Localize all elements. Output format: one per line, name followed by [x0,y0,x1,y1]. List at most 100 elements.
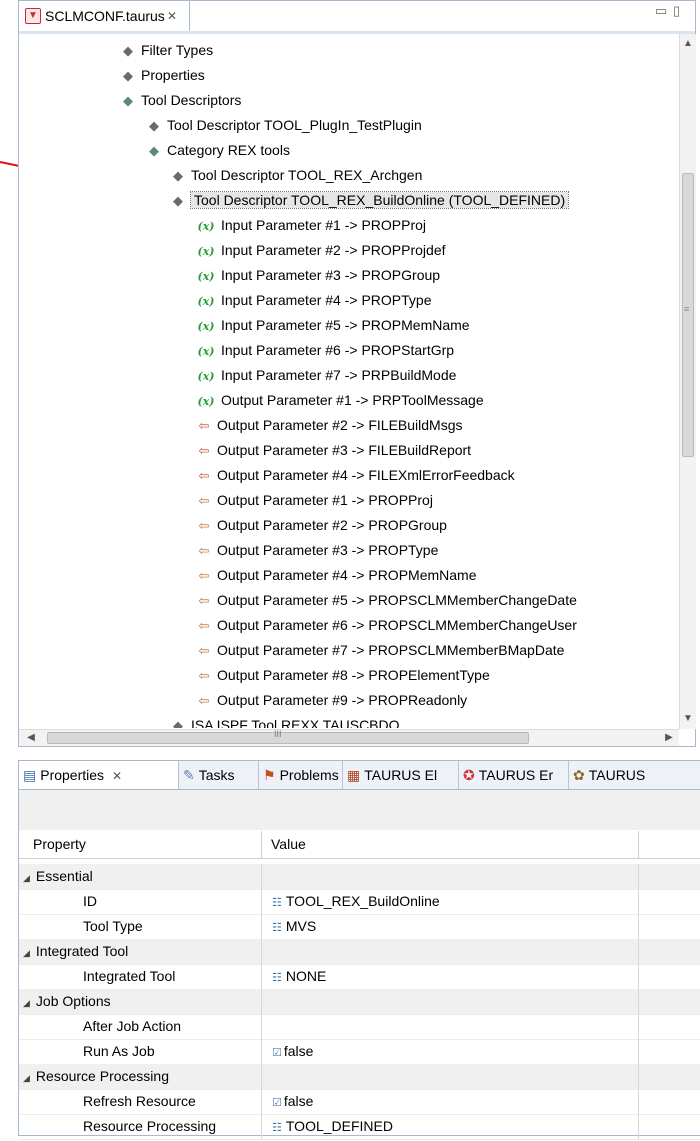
property-value-cell[interactable]: ☷ NONE [262,964,639,989]
property-value-cell[interactable]: ☷ TOOL_DEFINED [262,1114,639,1139]
property-category-row[interactable]: ◢ Resource Processing [19,1064,700,1090]
property-row[interactable]: Refresh Resource ☑ false [19,1089,700,1115]
node-diamond-icon: ◆ [173,718,183,728]
maximize-icon[interactable]: ▯ [673,3,680,19]
expand-triangle-icon[interactable]: ◢ [23,1073,30,1083]
tree-item[interactable]: ⇦ Output Parameter #3 -> FILEBuildReport [195,438,472,463]
view-tab-taurus[interactable]: ✿ TAURUS [569,761,700,789]
view-tab-taurus-el[interactable]: ▦ TAURUS El [343,761,459,789]
tree-item[interactable]: (x) Input Parameter #7 -> PRPBuildMode [195,363,457,388]
taurus-file-icon: ▼ [25,8,41,24]
property-row[interactable]: ID ☷ TOOL_REX_BuildOnline [19,889,700,915]
view-tab-tasks[interactable]: ✎ Tasks [179,761,259,789]
property-row[interactable]: After Job Action [19,1014,700,1040]
view-tab-taurus-er[interactable]: ✪ TAURUS Er [459,761,569,789]
tree-item-label: Tool Descriptors [141,92,242,108]
scroll-up-icon[interactable]: ▲ [680,36,696,52]
close-icon[interactable]: ✕ [167,1,177,31]
property-value-cell[interactable]: ☑ false [262,1089,639,1114]
property-row[interactable]: Integrated Tool ☷ NONE [19,964,700,990]
vertical-scroll-thumb[interactable]: ≡ [682,173,694,457]
tree-item[interactable]: ⇦ Output Parameter #4 -> FILEXmlErrorFeed… [195,463,515,488]
tree-item-label: Input Parameter #3 -> PROPGroup [221,267,441,283]
tree-item[interactable]: (x) Input Parameter #6 -> PROPStartGrp [195,338,455,363]
tree-item[interactable]: ◆ ISA ISPF Tool REXX TAUSCBDO [169,713,400,728]
tree-item[interactable]: ◆ Tool Descriptors [119,88,241,113]
tree-item[interactable]: ◆ Filter Types [119,38,213,63]
tree-item-label: Output Parameter #1 -> PRPToolMessage [221,392,484,408]
property-category-row[interactable]: ◢ Essential [19,864,700,890]
tree-item[interactable]: ⇦ Output Parameter #2 -> PROPGroup [195,513,447,538]
property-name-cell: ◢ Job Options [19,989,262,1014]
tree-item[interactable]: ⇦ Output Parameter #3 -> PROPType [195,538,439,563]
list-value-icon: ☷ [272,897,282,909]
output-file-icon: ⇦ [198,418,210,433]
col-property-header[interactable]: Property [33,831,86,858]
tree-item[interactable]: (x) Input Parameter #5 -> PROPMemName [195,313,470,338]
problems-icon: ⚑ [263,767,276,783]
tree-item[interactable]: ⇦ Output Parameter #5 -> PROPSCLMMemberCh… [195,588,577,613]
property-category-row[interactable]: ◢ Job Options [19,989,700,1015]
scroll-left-icon[interactable]: ◀ [23,730,39,746]
horizontal-scroll-thumb[interactable]: III [47,729,529,744]
property-name-cell: ◢ Resource Processing [19,1064,262,1089]
tree-item[interactable]: ⇦ Output Parameter #7 -> PROPSCLMMemberBM… [195,638,565,663]
property-value-cell[interactable]: ☑ false [262,1039,639,1064]
tree-item[interactable]: ◆ Category REX tools [145,138,290,163]
property-value-cell[interactable]: ☷ TOOL_REX_BuildOnline [262,889,639,914]
property-label: Run As Job [83,1043,155,1059]
view-tab-properties[interactable]: ▤ Properties ✕ [19,761,179,789]
output-property-icon: ⇦ [198,518,210,533]
tree-item[interactable]: (x) Input Parameter #1 -> PROPProj [195,213,427,238]
tree-item-label: Input Parameter #4 -> PROPType [221,292,432,308]
property-category-row[interactable]: ◢ Integrated Tool [19,939,700,965]
tasks-icon: ✎ [183,767,195,783]
property-value-cell[interactable] [262,1014,639,1039]
property-value-cell[interactable]: ☷ MVS [262,914,639,939]
expand-triangle-icon[interactable]: ◢ [23,873,30,883]
tree-item[interactable]: (x) Input Parameter #3 -> PROPGroup [195,263,441,288]
scroll-right-icon[interactable]: ▶ [661,730,677,746]
tree-item-label: Input Parameter #1 -> PROPProj [221,217,427,233]
expand-triangle-icon[interactable]: ◢ [23,998,30,1008]
view-tab-label: TAURUS Er [478,767,554,783]
property-name-cell: Integrated Tool [19,964,262,989]
tree-item[interactable]: ⇦ Output Parameter #2 -> FILEBuildMsgs [195,413,463,438]
tree-item-label: Output Parameter #7 -> PROPSCLMMemberBMa… [217,642,565,658]
tree-item-selected[interactable]: ◆ Tool Descriptor TOOL_REX_BuildOnline (T… [169,188,570,213]
close-icon[interactable]: ✕ [112,769,122,783]
output-property-icon: ⇦ [198,568,210,583]
tree-item[interactable]: ⇦ Output Parameter #6 -> PROPSCLMMemberCh… [195,613,577,638]
tree-item[interactable]: ◆ Tool Descriptor TOOL_REX_Archgen [169,163,422,188]
tree-item[interactable]: (x) Input Parameter #2 -> PROPProjdef [195,238,446,263]
tree-item[interactable]: ⇦ Output Parameter #4 -> PROPMemName [195,563,477,588]
tree-item[interactable]: ◆ Tool Descriptor TOOL_PlugIn_TestPlugin [145,113,422,138]
col-value-header[interactable]: Value [271,831,306,858]
property-value-cell [262,939,639,964]
node-diamond-icon: ◆ [149,118,159,133]
tree-item[interactable]: ⇦ Output Parameter #9 -> PROPReadonly [195,688,468,713]
property-value-cell [262,989,639,1014]
tree-item[interactable]: ⇦ Output Parameter #1 -> PROPProj [195,488,433,513]
property-grid-header: Property Value [19,831,700,859]
output-property-icon: ⇦ [198,618,210,633]
property-row[interactable]: Resource Processing ☷ TOOL_DEFINED [19,1114,700,1140]
tree-item[interactable]: (x) Output Parameter #1 -> PRPToolMessage [195,388,484,413]
editor-tab[interactable]: ▼ SCLMCONF.taurus ✕ [19,1,190,31]
tree-item[interactable]: ⇦ Output Parameter #8 -> PROPElementType [195,663,490,688]
tree-item-label: Filter Types [141,42,214,58]
scroll-down-icon[interactable]: ▼ [680,711,696,727]
view-tab-problems[interactable]: ⚑ Problems [259,761,343,789]
parameter-fx-icon: (x) [197,245,215,258]
property-row[interactable]: Run As Job ☑ false [19,1039,700,1065]
tree-item[interactable]: ◆ Properties [119,63,205,88]
expand-triangle-icon[interactable]: ◢ [23,948,30,958]
tree-item-label: Output Parameter #3 -> FILEBuildReport [217,442,472,458]
tree-item[interactable]: (x) Input Parameter #4 -> PROPType [195,288,432,313]
node-diamond-icon: ◆ [123,68,133,83]
minimize-icon[interactable]: ▭ [655,3,667,19]
output-property-icon: ⇦ [198,643,210,658]
property-value-cell [262,864,639,889]
property-row[interactable]: Tool Type ☷ MVS [19,914,700,940]
properties-view: ▤ Properties ✕ ✎ Tasks ⚑ Problems ▦ TAURUS El ✪ TA… [18,760,700,1140]
